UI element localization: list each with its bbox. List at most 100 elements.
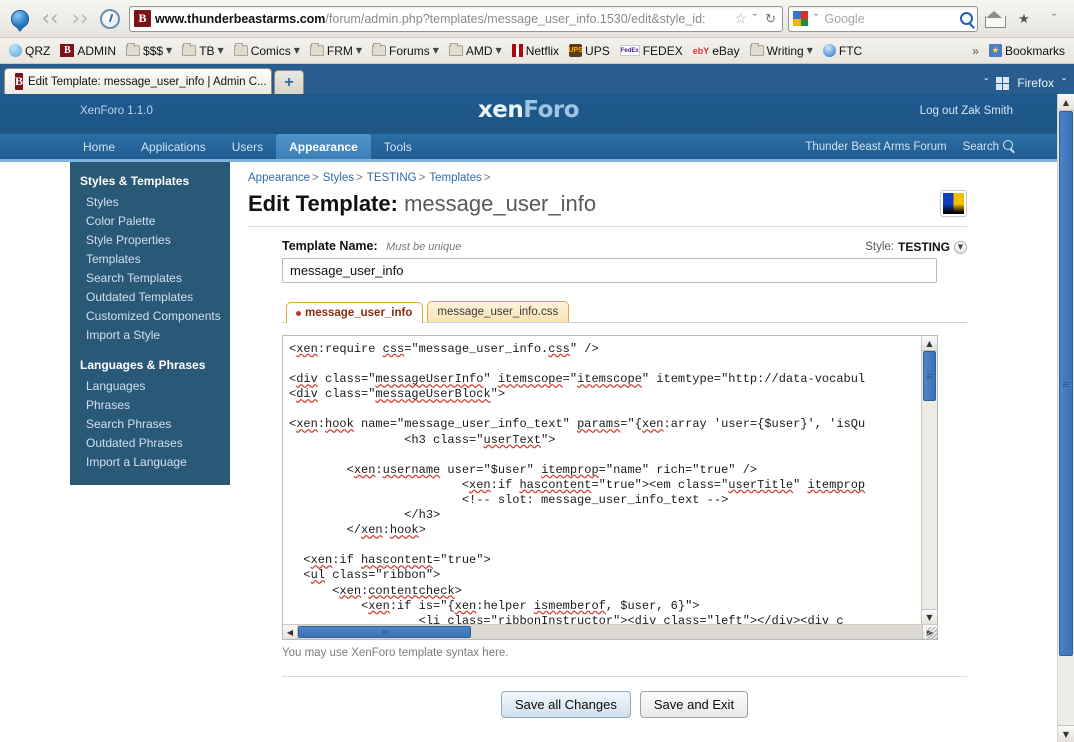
navigation-toolbar: ‹‹ ›› B www.thunderbeastarms.com/forum/a… xyxy=(0,0,1074,38)
chevron-down-icon[interactable]: ▼ xyxy=(433,46,439,55)
admin-search[interactable]: Search xyxy=(963,140,1013,153)
sidebar-item-templates[interactable]: Templates xyxy=(70,249,230,268)
sidebar-item-customized-components[interactable]: Customized Components xyxy=(70,306,230,325)
bookmarks-overflow-icon[interactable]: » xyxy=(968,44,983,58)
history-button[interactable] xyxy=(96,6,124,32)
scroll-down-icon[interactable]: ▼ xyxy=(922,609,937,624)
hscroll-track[interactable] xyxy=(298,625,922,639)
sidebar-item-outdated-templates[interactable]: Outdated Templates xyxy=(70,287,230,306)
bookmark-admin[interactable]: BADMIN xyxy=(56,42,120,60)
chevron-down-icon[interactable]: ˇ xyxy=(751,11,759,26)
page-vertical-scrollbar[interactable]: ▲ ▼ xyxy=(1057,94,1074,742)
bookmarks-toolbar: QRZBADMIN$$$▼TB▼Comics▼FRM▼Forums▼AMD▼Ne… xyxy=(0,38,1074,64)
sidebar-item-search-phrases[interactable]: Search Phrases xyxy=(70,414,230,433)
chevron-down-icon[interactable]: ▼ xyxy=(218,46,224,55)
bookmark-ups[interactable]: UPSUPS xyxy=(565,42,614,60)
color-palette-button[interactable] xyxy=(940,190,967,217)
bookmark-qrz[interactable]: QRZ xyxy=(5,42,54,60)
forum-link[interactable]: Thunder Beast Arms Forum xyxy=(805,141,946,153)
firefox-menu-chevron-icon[interactable]: ˇ xyxy=(1062,76,1066,90)
bookmark-writing[interactable]: Writing▼ xyxy=(746,42,817,60)
scroll-up-icon[interactable]: ▲ xyxy=(922,336,937,351)
search-magnifier-icon[interactable] xyxy=(960,12,973,25)
sidebar-item-languages[interactable]: Languages xyxy=(70,376,230,395)
editor-tab-label: message_user_info xyxy=(305,307,412,319)
bookmark-fedex[interactable]: FedExFEDEX xyxy=(616,42,687,60)
sidebar-item-phrases[interactable]: Phrases xyxy=(70,395,230,414)
toolbar-overflow-chevron[interactable]: ˇ xyxy=(1040,6,1068,32)
save-and-exit-button[interactable]: Save and Exit xyxy=(640,691,748,718)
chevron-down-icon[interactable]: ▼ xyxy=(294,46,300,55)
chevron-down-icon[interactable]: ▼ xyxy=(496,46,502,55)
search-bar[interactable]: ˇ Google xyxy=(788,6,978,32)
back-button[interactable]: ‹‹ xyxy=(36,6,64,32)
vscroll-thumb[interactable] xyxy=(923,351,936,401)
sidebar-item-color-palette[interactable]: Color Palette xyxy=(70,211,230,230)
save-all-changes-button[interactable]: Save all Changes xyxy=(501,691,631,718)
tab-list-chevron-icon[interactable]: ˇ xyxy=(984,76,988,90)
search-input-placeholder[interactable]: Google xyxy=(824,12,956,26)
bookmark-label: Netflix xyxy=(526,44,559,58)
vscroll-track[interactable] xyxy=(922,351,937,609)
identity-globe-icon[interactable] xyxy=(6,6,34,32)
template-code-editor[interactable]: <xen:require css="message_user_info.css"… xyxy=(282,335,938,640)
bookmark-[interactable]: $$$▼ xyxy=(122,42,176,60)
browser-tab-active[interactable]: B Edit Template: message_user_info | Adm… xyxy=(4,68,272,94)
template-name-input[interactable] xyxy=(282,258,937,283)
sidebar-item-import-a-style[interactable]: Import a Style xyxy=(70,325,230,344)
chevron-down-icon[interactable]: ▼ xyxy=(954,241,967,254)
firefox-menu-label[interactable]: Firefox xyxy=(1017,76,1054,90)
bookmark-netflix[interactable]: Netflix xyxy=(508,42,563,60)
hscroll-thumb[interactable] xyxy=(298,626,471,638)
new-tab-button[interactable]: + xyxy=(274,70,304,94)
bookmark-star-icon[interactable]: ☆ xyxy=(734,10,747,27)
bookmark-ftc[interactable]: FTC xyxy=(819,42,866,60)
scroll-left-icon[interactable]: ◀ xyxy=(283,625,298,639)
editor-vertical-scrollbar[interactable]: ▲ ▼ xyxy=(921,336,937,624)
bookmark-frm[interactable]: FRM▼ xyxy=(306,42,366,60)
sidebar-item-search-templates[interactable]: Search Templates xyxy=(70,268,230,287)
logout-link[interactable]: Log out Zak Smith xyxy=(920,105,1013,117)
editor-tab-message-user-info[interactable]: message_user_info xyxy=(286,302,423,323)
chevron-down-icon[interactable]: ▼ xyxy=(807,46,813,55)
code-textarea[interactable]: <xen:require css="message_user_info.css"… xyxy=(283,336,921,624)
extension-button[interactable]: ★ xyxy=(1010,6,1038,32)
sidebar-item-outdated-phrases[interactable]: Outdated Phrases xyxy=(70,433,230,452)
search-engine-chevron-icon[interactable]: ˇ xyxy=(812,11,820,26)
nav-item-applications[interactable]: Applications xyxy=(128,134,219,159)
breadcrumb-item-styles[interactable]: Styles xyxy=(323,172,354,184)
nav-item-appearance[interactable]: Appearance xyxy=(276,134,371,159)
editor-horizontal-scrollbar[interactable]: ◀ ▶ xyxy=(283,624,937,639)
page-scroll-down-icon[interactable]: ▼ xyxy=(1058,725,1074,742)
page-scroll-track[interactable] xyxy=(1058,111,1074,725)
forward-button[interactable]: ›› xyxy=(66,6,94,32)
home-button[interactable] xyxy=(980,6,1008,32)
bookmarks-menu-button[interactable]: ★ Bookmarks xyxy=(985,42,1069,60)
nav-item-users[interactable]: Users xyxy=(219,134,276,159)
style-selector[interactable]: Style: TESTING ▼ xyxy=(865,240,967,254)
breadcrumb-item-appearance[interactable]: Appearance xyxy=(248,172,310,184)
nav-item-home[interactable]: Home xyxy=(70,134,128,159)
textarea-resize-handle[interactable] xyxy=(925,627,938,640)
sidebar-item-style-properties[interactable]: Style Properties xyxy=(70,230,230,249)
editor-tab-message-user-info-css[interactable]: message_user_info.css xyxy=(427,301,569,322)
nav-item-tools[interactable]: Tools xyxy=(371,134,425,159)
sidebar-item-import-a-language[interactable]: Import a Language xyxy=(70,452,230,471)
bookmark-comics[interactable]: Comics▼ xyxy=(230,42,304,60)
page-scroll-thumb[interactable] xyxy=(1059,111,1073,656)
bookmark-ebay[interactable]: ebYeBay xyxy=(689,42,744,60)
fedex-icon: FedEx xyxy=(620,45,640,56)
sidebar-item-styles[interactable]: Styles xyxy=(70,192,230,211)
page-scroll-up-icon[interactable]: ▲ xyxy=(1058,94,1074,111)
bookmark-amd[interactable]: AMD▼ xyxy=(445,42,506,60)
bookmark-tb[interactable]: TB▼ xyxy=(178,42,228,60)
bookmark-label: Forums xyxy=(389,44,430,58)
chevron-down-icon[interactable]: ▼ xyxy=(356,46,362,55)
chevron-down-icon[interactable]: ▼ xyxy=(166,46,172,55)
reload-icon[interactable]: ↻ xyxy=(763,11,778,27)
tab-groups-icon[interactable] xyxy=(996,77,1009,90)
breadcrumb-item-testing[interactable]: TESTING xyxy=(367,172,417,184)
bookmark-forums[interactable]: Forums▼ xyxy=(368,42,443,60)
breadcrumb-item-templates[interactable]: Templates xyxy=(429,172,481,184)
url-bar[interactable]: B www.thunderbeastarms.com/forum/admin.p… xyxy=(129,6,783,32)
